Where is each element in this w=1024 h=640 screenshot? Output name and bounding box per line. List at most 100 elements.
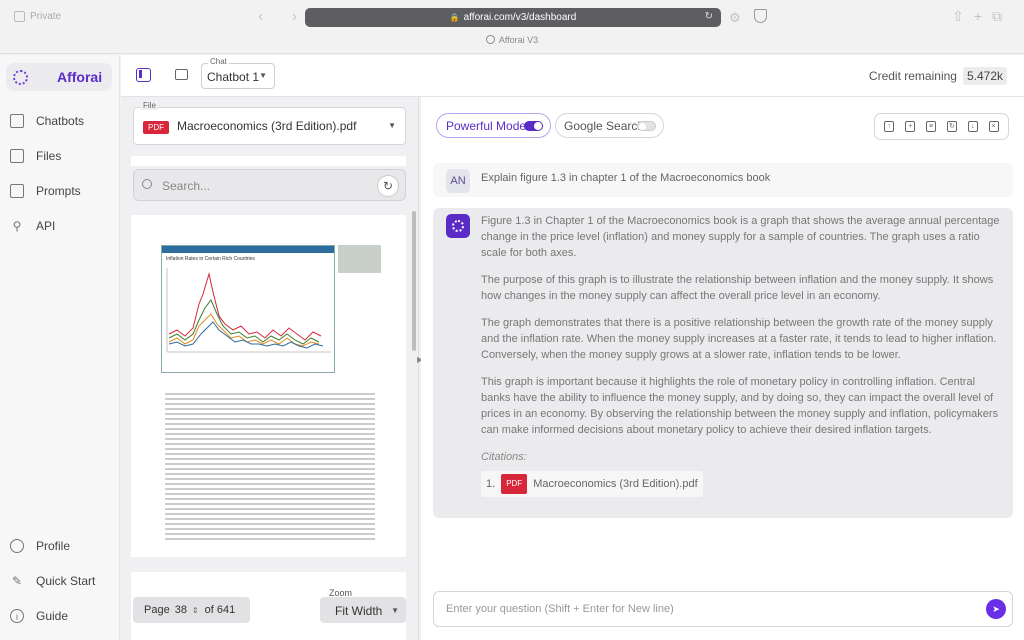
send-button[interactable]: ➤: [986, 599, 1006, 619]
file-icon: [10, 149, 24, 163]
sidebar-item-guide[interactable]: i Guide: [10, 609, 68, 623]
page-stepper-icon[interactable]: ⇕: [192, 606, 199, 615]
panel-toggle-icon[interactable]: [136, 68, 151, 82]
pdf-figure: Inflation Rates in Certain Rich Countrie…: [161, 245, 335, 373]
chevron-down-icon: ▼: [388, 121, 396, 130]
figure-sidenote: [338, 245, 381, 273]
chat-actions: ↑ + ≡ ↻ ↓ ×: [874, 113, 1009, 140]
figure-chart: [166, 268, 331, 353]
info-icon: i: [10, 609, 24, 623]
question-input[interactable]: Enter your question (Shift + Enter for N…: [433, 591, 1013, 627]
gear-icon[interactable]: ⚙: [729, 10, 741, 26]
sidebar-item-quick-start[interactable]: ✎ Quick Start: [10, 574, 95, 588]
afforai-logo-icon: [13, 69, 28, 85]
figure-title: Inflation Rates in Certain Rich Countrie…: [166, 256, 255, 262]
notes-icon[interactable]: ≡: [926, 121, 937, 132]
sidebar-item-prompts[interactable]: Prompts: [10, 184, 81, 198]
bot-paragraph: Figure 1.3 in Chapter 1 of the Macroecon…: [481, 215, 1000, 259]
sidebar-item-label: API: [36, 219, 56, 233]
chevron-down-icon: ▼: [391, 606, 399, 615]
credit-indicator: Credit remaining 5.472k: [869, 67, 1007, 85]
refresh-button[interactable]: ↻: [377, 175, 399, 197]
download-icon[interactable]: ↓: [967, 121, 978, 132]
pdf-badge: PDF: [501, 474, 528, 494]
user-message: AN Explain figure 1.3 in chapter 1 of th…: [433, 163, 1013, 197]
citation-link[interactable]: 1. PDF Macroeconomics (3rd Edition).pdf: [481, 471, 703, 497]
chat-pane: Powerful Mode Google Search ↑ + ≡ ↻ ↓ × …: [421, 97, 1024, 640]
private-indicator: Private: [14, 11, 61, 22]
share-newtab-tabs-icons[interactable]: ⇧+⧉: [952, 8, 1012, 25]
brand-logo[interactable]: Afforai: [6, 63, 112, 91]
pdf-body-text: [165, 393, 375, 543]
google-search-label: Google Search: [564, 118, 645, 133]
bot-message-body: Figure 1.3 in Chapter 1 of the Macroecon…: [481, 213, 1001, 497]
sidebar-item-files[interactable]: Files: [10, 149, 61, 163]
chat-select-legend: Chat: [208, 57, 229, 66]
sidebar-item-label: Prompts: [36, 184, 81, 198]
figure-header-bar: [162, 246, 334, 253]
address-bar[interactable]: 🔒 afforai.com/v3/dashboard ↻: [305, 8, 721, 27]
bot-message: Figure 1.3 in Chapter 1 of the Macroecon…: [433, 208, 1013, 518]
trash-icon[interactable]: ×: [988, 121, 999, 132]
sidebar-item-label: Guide: [36, 609, 69, 623]
back-forward-icons[interactable]: ‹ ›: [258, 8, 309, 26]
pdf-page: Inflation Rates in Certain Rich Countrie…: [131, 215, 406, 557]
sidebar-item-api[interactable]: ⚲ API: [10, 219, 56, 233]
chat-icon[interactable]: [175, 69, 188, 80]
chat-select-value: Chatbot 1: [207, 70, 260, 84]
toggle-switch-on[interactable]: [524, 121, 543, 131]
user-icon: [10, 539, 24, 553]
shield-icon[interactable]: [754, 9, 767, 23]
search-placeholder: Search...: [162, 179, 211, 193]
bot-paragraph: This graph is important because it highl…: [481, 376, 999, 436]
sidebar-item-label: Profile: [36, 539, 71, 553]
file-name: Macroeconomics (3rd Edition).pdf: [177, 119, 357, 133]
sidebar-item-label: Chatbots: [36, 114, 85, 128]
toggle-switch-off[interactable]: [637, 121, 656, 131]
brand-name: Afforai: [57, 69, 103, 85]
plug-icon: ⚲: [12, 219, 22, 233]
zoom-legend: Zoom: [329, 588, 353, 598]
chatbot-select[interactable]: Chat Chatbot 1 ▼: [201, 57, 275, 89]
zoom-select[interactable]: Zoom Fit Width ▼: [320, 588, 406, 623]
page-navigator[interactable]: Page 38 ⇕ of 641: [133, 597, 250, 623]
lock-icon: 🔒: [449, 13, 460, 22]
page-total: of 641: [204, 604, 236, 616]
prompt-icon: [10, 184, 24, 198]
chat-bubbles-icon: [10, 114, 24, 128]
app-toolbar: Chat Chatbot 1 ▼ Credit remaining 5.472k: [121, 55, 1024, 97]
refresh-icon[interactable]: ↻: [946, 121, 957, 132]
credit-label: Credit remaining: [868, 69, 957, 83]
upload-icon[interactable]: ↑: [884, 121, 895, 132]
file-select[interactable]: File PDF Macroeconomics (3rd Edition).pd…: [133, 101, 406, 145]
sidebar-item-profile[interactable]: Profile: [10, 539, 70, 553]
tab-title: Afforai V3: [498, 35, 539, 45]
page-number-input[interactable]: 38: [175, 604, 187, 616]
powerful-mode-label: Powerful Mode: [446, 118, 527, 133]
pdf-scrollbar[interactable]: [412, 211, 416, 351]
sidebar-item-label: Files: [36, 149, 62, 163]
bot-paragraph: The purpose of this graph is to illustra…: [481, 274, 994, 302]
left-sidebar: Afforai Chatbots Files Prompts ⚲ API Pro…: [0, 55, 120, 640]
pdf-viewer[interactable]: Inflation Rates in Certain Rich Countrie…: [121, 156, 418, 640]
favicon-icon: [485, 35, 495, 44]
pdf-search-input[interactable]: Search... ↻: [133, 169, 406, 201]
tab-title-bar: Afforai V3: [0, 35, 1024, 45]
url-text: afforai.com/v3/dashboard: [463, 12, 577, 23]
google-search-toggle[interactable]: Google Search: [555, 113, 664, 138]
magic-wand-icon: ✎: [11, 574, 23, 588]
powerful-mode-toggle[interactable]: Powerful Mode: [436, 113, 551, 138]
add-file-icon[interactable]: +: [905, 121, 916, 132]
user-avatar: AN: [446, 169, 470, 193]
pdf-page: [131, 156, 406, 166]
bot-avatar: [446, 214, 470, 238]
page-label: Page: [144, 604, 170, 616]
pdf-badge: PDF: [143, 121, 169, 134]
user-message-text: Explain figure 1.3 in chapter 1 of the M…: [481, 172, 771, 184]
search-icon: [142, 179, 152, 189]
zoom-value: Fit Width: [335, 604, 383, 618]
sidebar-item-chatbots[interactable]: Chatbots: [10, 114, 84, 128]
reload-icon[interactable]: ↻: [705, 11, 713, 22]
sidebar-toggle-icon[interactable]: [14, 11, 25, 22]
citation-file: Macroeconomics (3rd Edition).pdf: [533, 478, 698, 490]
